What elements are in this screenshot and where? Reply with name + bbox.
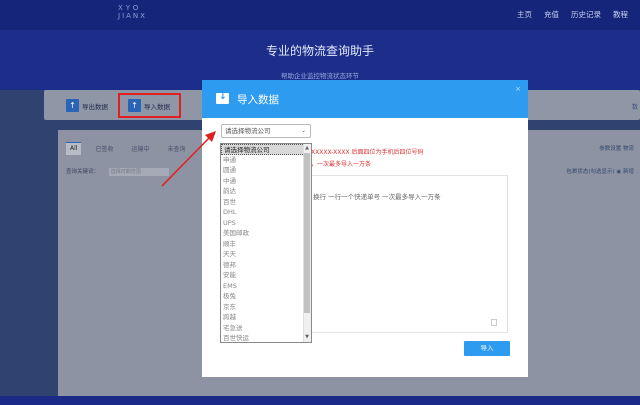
tab-all[interactable]: All xyxy=(66,142,82,155)
courier-option[interactable]: 天天 xyxy=(221,249,311,260)
courier-select-value: 请选择物流公司 xyxy=(225,127,271,135)
courier-option[interactable]: 宅急送 xyxy=(221,323,311,334)
logo-line1: XYO xyxy=(118,4,142,12)
courier-option[interactable]: 顺丰 xyxy=(221,239,311,250)
courier-option[interactable]: 百世快运 xyxy=(221,333,311,342)
banner-title: 专业的物流查询助手 xyxy=(265,44,374,58)
dropdown-scrollbar[interactable]: ▲ ▼ xyxy=(303,144,311,342)
courier-option[interactable]: 百世 xyxy=(221,197,311,208)
courier-option[interactable]: UPS xyxy=(221,218,311,229)
logo-line2: JIANX xyxy=(118,12,147,20)
courier-option[interactable]: 德邦 xyxy=(221,260,311,271)
banner-subtitle: 帮助企业监控物流状态环节 xyxy=(281,72,359,80)
courier-option[interactable]: 韵达 xyxy=(221,186,311,197)
courier-option[interactable]: EMS xyxy=(221,281,311,292)
modal-header: 导入数据 × xyxy=(202,80,528,118)
courier-dropdown-list: 请选择物流公司 申通 圆通 中通 韵达 百世 DHL UPS 美国邮政 顺丰 天天 德邦 安能 EMS 极兔… xyxy=(220,143,312,343)
export-button[interactable]: ↑ 导出数据 xyxy=(66,97,108,114)
scroll-down-icon[interactable]: ▼ xyxy=(304,334,310,341)
tab-not-queried[interactable]: 未查询 xyxy=(163,142,189,155)
modal-title: 导入数据 xyxy=(237,94,279,106)
courier-option[interactable]: 京东 xyxy=(221,302,311,313)
courier-option[interactable]: DHL xyxy=(221,207,311,218)
textarea-placeholder: 换行 一行一个快递单号 一次最多导入一万条 xyxy=(313,193,441,201)
logo: XYO JIANX xyxy=(118,4,168,24)
courier-option[interactable]: 安能 xyxy=(221,270,311,281)
scroll-up-icon[interactable]: ▲ xyxy=(304,145,310,152)
search-row: 查询关键词： 选择日期范围 xyxy=(66,167,169,176)
courier-select[interactable]: 请选择物流公司 ⌄ xyxy=(221,124,311,138)
highlight-box xyxy=(118,93,181,118)
date-range-input[interactable]: 选择日期范围 xyxy=(108,167,169,176)
top-bar: XYO JIANX 主页 充值 历史记录 教程 xyxy=(0,0,640,30)
courier-option[interactable]: 申通 xyxy=(221,155,311,166)
status-tabs: All 已签收 运输中 未查询 xyxy=(66,142,190,155)
export-label: 导出数据 xyxy=(82,102,108,111)
tracking-numbers-textarea[interactable]: 换行 一行一个快递单号 一次最多导入一万条 xyxy=(309,175,508,333)
courier-option[interactable]: 中通 xyxy=(221,176,311,187)
tab-signed[interactable]: 已签收 xyxy=(91,142,117,155)
resize-handle[interactable] xyxy=(491,319,497,326)
nav-recharge[interactable]: 充值 xyxy=(544,9,559,20)
status-filter[interactable]: 包裹状态(勾选显示) ◉ 新增 xyxy=(566,167,634,175)
export-icon: ↑ xyxy=(66,99,79,112)
download-icon xyxy=(216,92,229,104)
courier-options: 请选择物流公司 申通 圆通 中通 韵达 百世 DHL UPS 美国邮政 顺丰 天天 德邦 安能 EMS 极兔… xyxy=(221,144,311,342)
tab-in-transit[interactable]: 运输中 xyxy=(127,142,153,155)
close-icon[interactable]: × xyxy=(515,85,521,93)
limit-hint: ，一次最多导入一万条 xyxy=(311,161,372,168)
courier-option[interactable]: 美国邮政 xyxy=(221,228,311,239)
side-text: 数 xyxy=(631,104,638,111)
courier-option[interactable]: 极兔 xyxy=(221,291,311,302)
courier-option[interactable]: 圆通 xyxy=(221,165,311,176)
courier-option[interactable]: 请选择物流公司 xyxy=(221,144,311,155)
scroll-thumb[interactable] xyxy=(304,153,310,313)
nav-tutorial[interactable]: 教程 xyxy=(613,9,628,20)
chevron-down-icon: ⌄ xyxy=(300,127,306,134)
import-button[interactable]: 导入 xyxy=(464,341,510,356)
settings-links[interactable]: 参数设置 物流 xyxy=(599,144,634,152)
top-nav: 主页 充值 历史记录 教程 xyxy=(517,9,628,20)
date-range-placeholder: 选择日期范围 xyxy=(110,168,141,175)
nav-history[interactable]: 历史记录 xyxy=(571,9,601,20)
search-label: 查询关键词： xyxy=(66,169,100,175)
bottom-strip xyxy=(0,396,640,405)
nav-home[interactable]: 主页 xyxy=(517,9,532,20)
courier-option[interactable]: 跨越 xyxy=(221,312,311,323)
format-hint: XXXXX-XXXX 后面四位为手机后四位号码 xyxy=(311,149,424,156)
